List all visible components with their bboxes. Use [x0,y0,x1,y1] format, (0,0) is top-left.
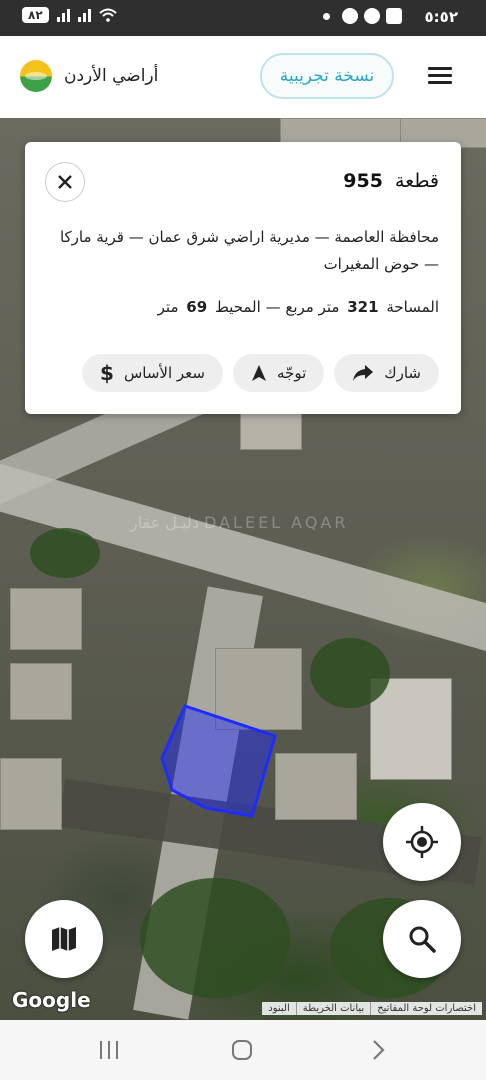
card-actions: شارك توجّه سعر الأساس $ [82,354,439,392]
back-icon[interactable] [366,1038,392,1062]
parcel-boundary[interactable] [160,704,277,818]
map-layers-button[interactable] [25,900,103,978]
attribution-map-data[interactable]: بيانات الخريطة [295,1002,370,1015]
area-label: المساحة [386,298,439,316]
app-logo-icon [20,60,52,92]
hamburger-menu-icon[interactable] [428,67,452,85]
status-bar: ٨٢ ٥:٥٢ [0,0,486,36]
attribution-shortcuts[interactable]: اختصارات لوحة المفاتيح [370,1002,482,1015]
my-location-button[interactable] [383,803,461,881]
app-header: أراضي الأردن نسخة تجريبية [0,36,486,118]
share-label: شارك [384,364,421,382]
perimeter-unit: متر [157,298,179,316]
area-value: 321 [347,298,379,316]
perimeter-value: 69 [186,298,208,316]
parcel-title: قطعة 955 [343,170,439,192]
share-arrow-icon [353,365,374,381]
map-attribution: البنود بيانات الخريطة اختصارات لوحة المف… [262,1002,482,1015]
signal-icon-2 [77,8,91,22]
navigate-button[interactable]: توجّه [233,354,325,392]
parcel-info-card: قطعة 955 محافظة العاصمة — مديرية اراضي ش… [25,142,461,414]
brand[interactable]: أراضي الأردن [20,60,158,92]
attribution-terms[interactable]: البنود [262,1002,295,1015]
search-icon [409,926,436,953]
share-button[interactable]: شارك [334,354,439,392]
status-notification-icons [323,8,402,24]
battery-indicator: ٨٢ [22,7,49,23]
whatsapp-icon [342,8,358,24]
facebook-icon [364,8,380,24]
trial-version-button[interactable]: نسخة تجريبية [260,53,394,99]
recent-apps-icon[interactable] [96,1038,122,1062]
base-price-label: سعر الأساس [123,364,205,382]
dot-icon [323,12,330,20]
parcel-address: محافظة العاصمة — مديرية اراضي شرق عمان —… [59,228,439,273]
parcel-number: 955 [343,170,383,192]
my-location-icon [406,826,438,858]
dollar-icon: $ [100,361,114,385]
clock: ٥:٥٢ [424,8,458,26]
close-icon [58,175,72,189]
search-button[interactable] [383,900,461,978]
status-left: ٨٢ [22,7,117,23]
home-icon[interactable] [230,1038,256,1062]
signal-icon [56,8,70,22]
navigation-arrow-icon [252,365,266,381]
parcel-measurements: المساحة 321 متر مربع — المحيط 69 متر [158,298,439,316]
screenshot-icon [386,8,402,24]
map-layers-icon [52,927,76,951]
parcel-label: قطعة [394,170,439,192]
navigate-label: توجّه [277,364,307,382]
base-price-button[interactable]: سعر الأساس $ [82,354,223,392]
wifi-icon [98,8,117,22]
separator: — [265,298,281,316]
system-navigation-bar [0,1020,486,1080]
area-unit: متر مربع [285,298,340,316]
perimeter-label: المحيط [214,298,261,316]
brand-name: أراضي الأردن [64,66,159,86]
google-logo: Google [12,988,91,1012]
close-button[interactable] [45,162,85,202]
